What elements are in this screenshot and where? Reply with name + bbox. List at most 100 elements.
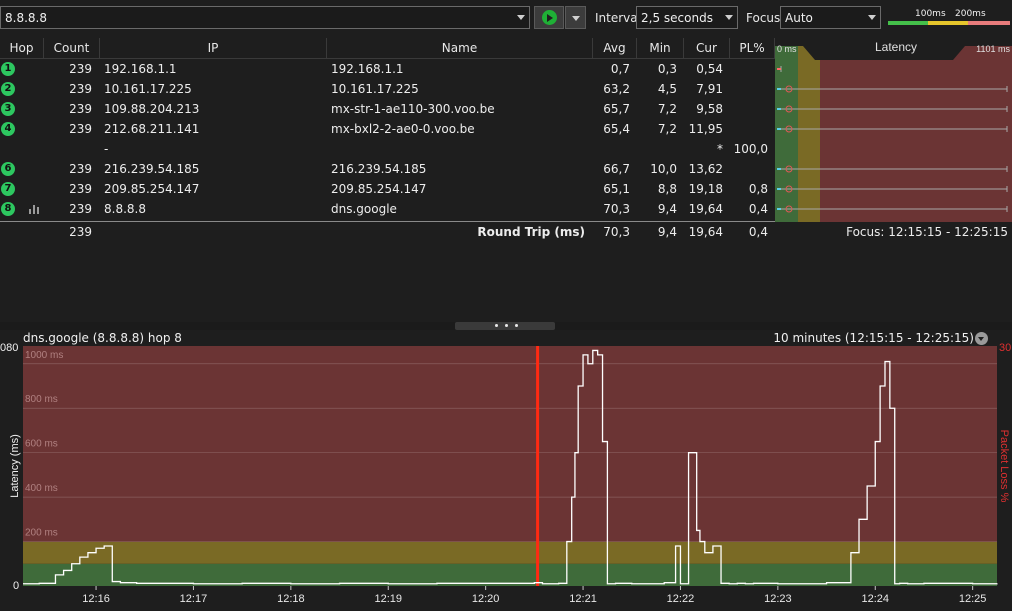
chevron-down-icon[interactable]: [868, 15, 876, 20]
cell-name: 10.161.17.225: [331, 82, 419, 96]
cell-avg: 65,1: [603, 182, 630, 196]
table-row[interactable]: - * 100,0: [0, 139, 775, 159]
table-row[interactable]: 2 239 10.161.17.225 10.161.17.225 63,2 4,5 7,9…: [0, 79, 775, 99]
cell-count: 239: [69, 62, 92, 76]
cell-pl: 0,4: [748, 202, 768, 216]
legend-warn-bar: [928, 21, 968, 25]
legend-label-100: 100ms: [915, 9, 946, 19]
summary-cur: 19,64: [688, 225, 723, 239]
summary-label: Round Trip (ms): [477, 225, 585, 239]
grip-dot: [495, 324, 498, 327]
summary-count: 239: [69, 225, 92, 239]
target-combobox[interactable]: 8.8.8.8: [0, 6, 530, 29]
interval-label: Interval: [595, 11, 641, 25]
focus-combobox[interactable]: Auto: [780, 6, 881, 29]
cell-avg: 0,7: [610, 62, 630, 76]
grip-dot: [505, 324, 508, 327]
mini-warn-band: [798, 38, 820, 222]
cell-pl: 0,8: [748, 182, 768, 196]
cell-cur: 19,64: [688, 202, 723, 216]
cell-cur: 11,95: [688, 122, 723, 136]
legend-label-200: 200ms: [955, 9, 986, 19]
y-tick-label: 800 ms: [25, 394, 58, 405]
cell-cur: 19,18: [688, 182, 723, 196]
cell-avg: 70,3: [603, 202, 630, 216]
target-value[interactable]: 8.8.8.8: [5, 11, 47, 25]
range-dropdown-icon[interactable]: [975, 332, 988, 345]
cell-name: 209.85.254.147: [331, 182, 427, 196]
cell-min: 9,4: [657, 202, 677, 216]
cell-ip: 209.85.254.147: [104, 182, 200, 196]
splitter-grip[interactable]: [455, 322, 555, 330]
start-button[interactable]: [534, 6, 564, 29]
cell-count: 239: [69, 182, 92, 196]
summary-min: 9,4: [657, 225, 677, 239]
hop-number-badge: 7: [1, 182, 15, 196]
panel-splitter[interactable]: [0, 322, 1012, 330]
hops-table: Hop Count IP Name Avg Min Cur PL% 1 239 19…: [0, 38, 1012, 322]
chevron-down-icon[interactable]: [725, 15, 733, 20]
hop-number-badge: 8: [1, 202, 15, 216]
column-header-cur[interactable]: Cur: [684, 38, 730, 59]
cell-min: 8,8: [657, 182, 677, 196]
interval-value[interactable]: 2,5 seconds: [641, 11, 713, 25]
chevron-down-icon[interactable]: [517, 15, 525, 20]
column-header-avg[interactable]: Avg: [593, 38, 637, 59]
graph-range[interactable]: 10 minutes (12:15:15 - 12:25:15): [773, 331, 974, 345]
table-row[interactable]: 3 239 109.88.204.213 mx-str-1-ae110-300.voo…: [0, 99, 775, 119]
cell-count: 239: [69, 162, 92, 176]
chevron-down-icon[interactable]: [572, 16, 580, 21]
cell-ip: 109.88.204.213: [104, 102, 200, 116]
mini-min-label: 0 ms: [777, 44, 797, 54]
cell-cur: 13,62: [688, 162, 723, 176]
legend-bad-bar: [968, 21, 1010, 25]
focus-value[interactable]: Auto: [785, 11, 813, 25]
y2-top-label: 30: [999, 342, 1011, 354]
x-tick-label: 12:16: [82, 593, 110, 605]
cell-avg: 63,2: [603, 82, 630, 96]
column-header-name[interactable]: Name: [327, 38, 593, 59]
summary-row: 239 Round Trip (ms) 70,3 9,4 19,64 0,4 F…: [0, 222, 1012, 242]
hop-number-badge: 2: [1, 82, 15, 96]
mini-latency-graph: 0 ms Latency 1101 ms: [775, 38, 1012, 222]
start-options-dropdown[interactable]: [565, 6, 586, 29]
interval-combobox[interactable]: 2,5 seconds: [636, 6, 738, 29]
x-tick-label: 12:24: [861, 593, 889, 605]
table-row[interactable]: 8 239 8.8.8.8 dns.google 70,3 9,4 19,64 0,4: [0, 199, 775, 219]
bar-chart-icon-bar: [37, 207, 39, 214]
x-tick-label: 12:25: [959, 593, 987, 605]
latency-graph: 0 200 ms 400 ms 600 ms 800 ms 1000 ms 080 30 Lat…: [0, 342, 1011, 605]
cell-name: mx-str-1-ae110-300.voo.be: [331, 102, 495, 116]
table-row[interactable]: 1 239 192.168.1.1 192.168.1.1 0,7 0,3 0,54: [0, 59, 775, 79]
summary-avg: 70,3: [603, 225, 630, 239]
cell-min: 7,2: [657, 102, 677, 116]
column-header-count[interactable]: Count: [44, 38, 100, 59]
cell-ip: 212.68.211.141: [104, 122, 200, 136]
cell-name: dns.google: [331, 202, 397, 216]
focus-label: Focus: [746, 11, 781, 25]
cell-count: 239: [69, 102, 92, 116]
table-row[interactable]: 7 239 209.85.254.147 209.85.254.147 65,1 8,8 1…: [0, 179, 775, 199]
toolbar: 8.8.8.8 Interval 2,5 seconds Focus Auto …: [0, 0, 1012, 38]
mini-max-label: 1101 ms: [976, 44, 1010, 54]
table-row[interactable]: 6 239 216.239.54.185 216.239.54.185 66,7 10,0…: [0, 159, 775, 179]
hop-number-badge: 3: [1, 102, 15, 116]
column-header-pl[interactable]: PL%: [730, 38, 775, 59]
table-row[interactable]: 4 239 212.68.211.141 mx-bxl2-2-ae0-0.voo.be…: [0, 119, 775, 139]
cell-pl: 100,0: [733, 142, 768, 156]
y-tick-label: 200 ms: [25, 528, 58, 539]
cell-ip: 10.161.17.225: [104, 82, 192, 96]
cell-cur: *: [717, 142, 723, 156]
column-header-ip[interactable]: IP: [100, 38, 327, 59]
column-header-min[interactable]: Min: [637, 38, 684, 59]
y-tick-label: 0: [13, 580, 19, 592]
column-header-hop[interactable]: Hop: [0, 38, 44, 59]
hop-number-badge: 4: [1, 122, 15, 136]
cell-name: 192.168.1.1: [331, 62, 404, 76]
cell-min: 4,5: [657, 82, 677, 96]
cell-count: 239: [69, 202, 92, 216]
cell-ip: 8.8.8.8: [104, 202, 146, 216]
bar-chart-icon-bar: [29, 209, 31, 214]
cell-ip: 192.168.1.1: [104, 62, 177, 76]
x-tick-label: 12:22: [667, 593, 695, 605]
